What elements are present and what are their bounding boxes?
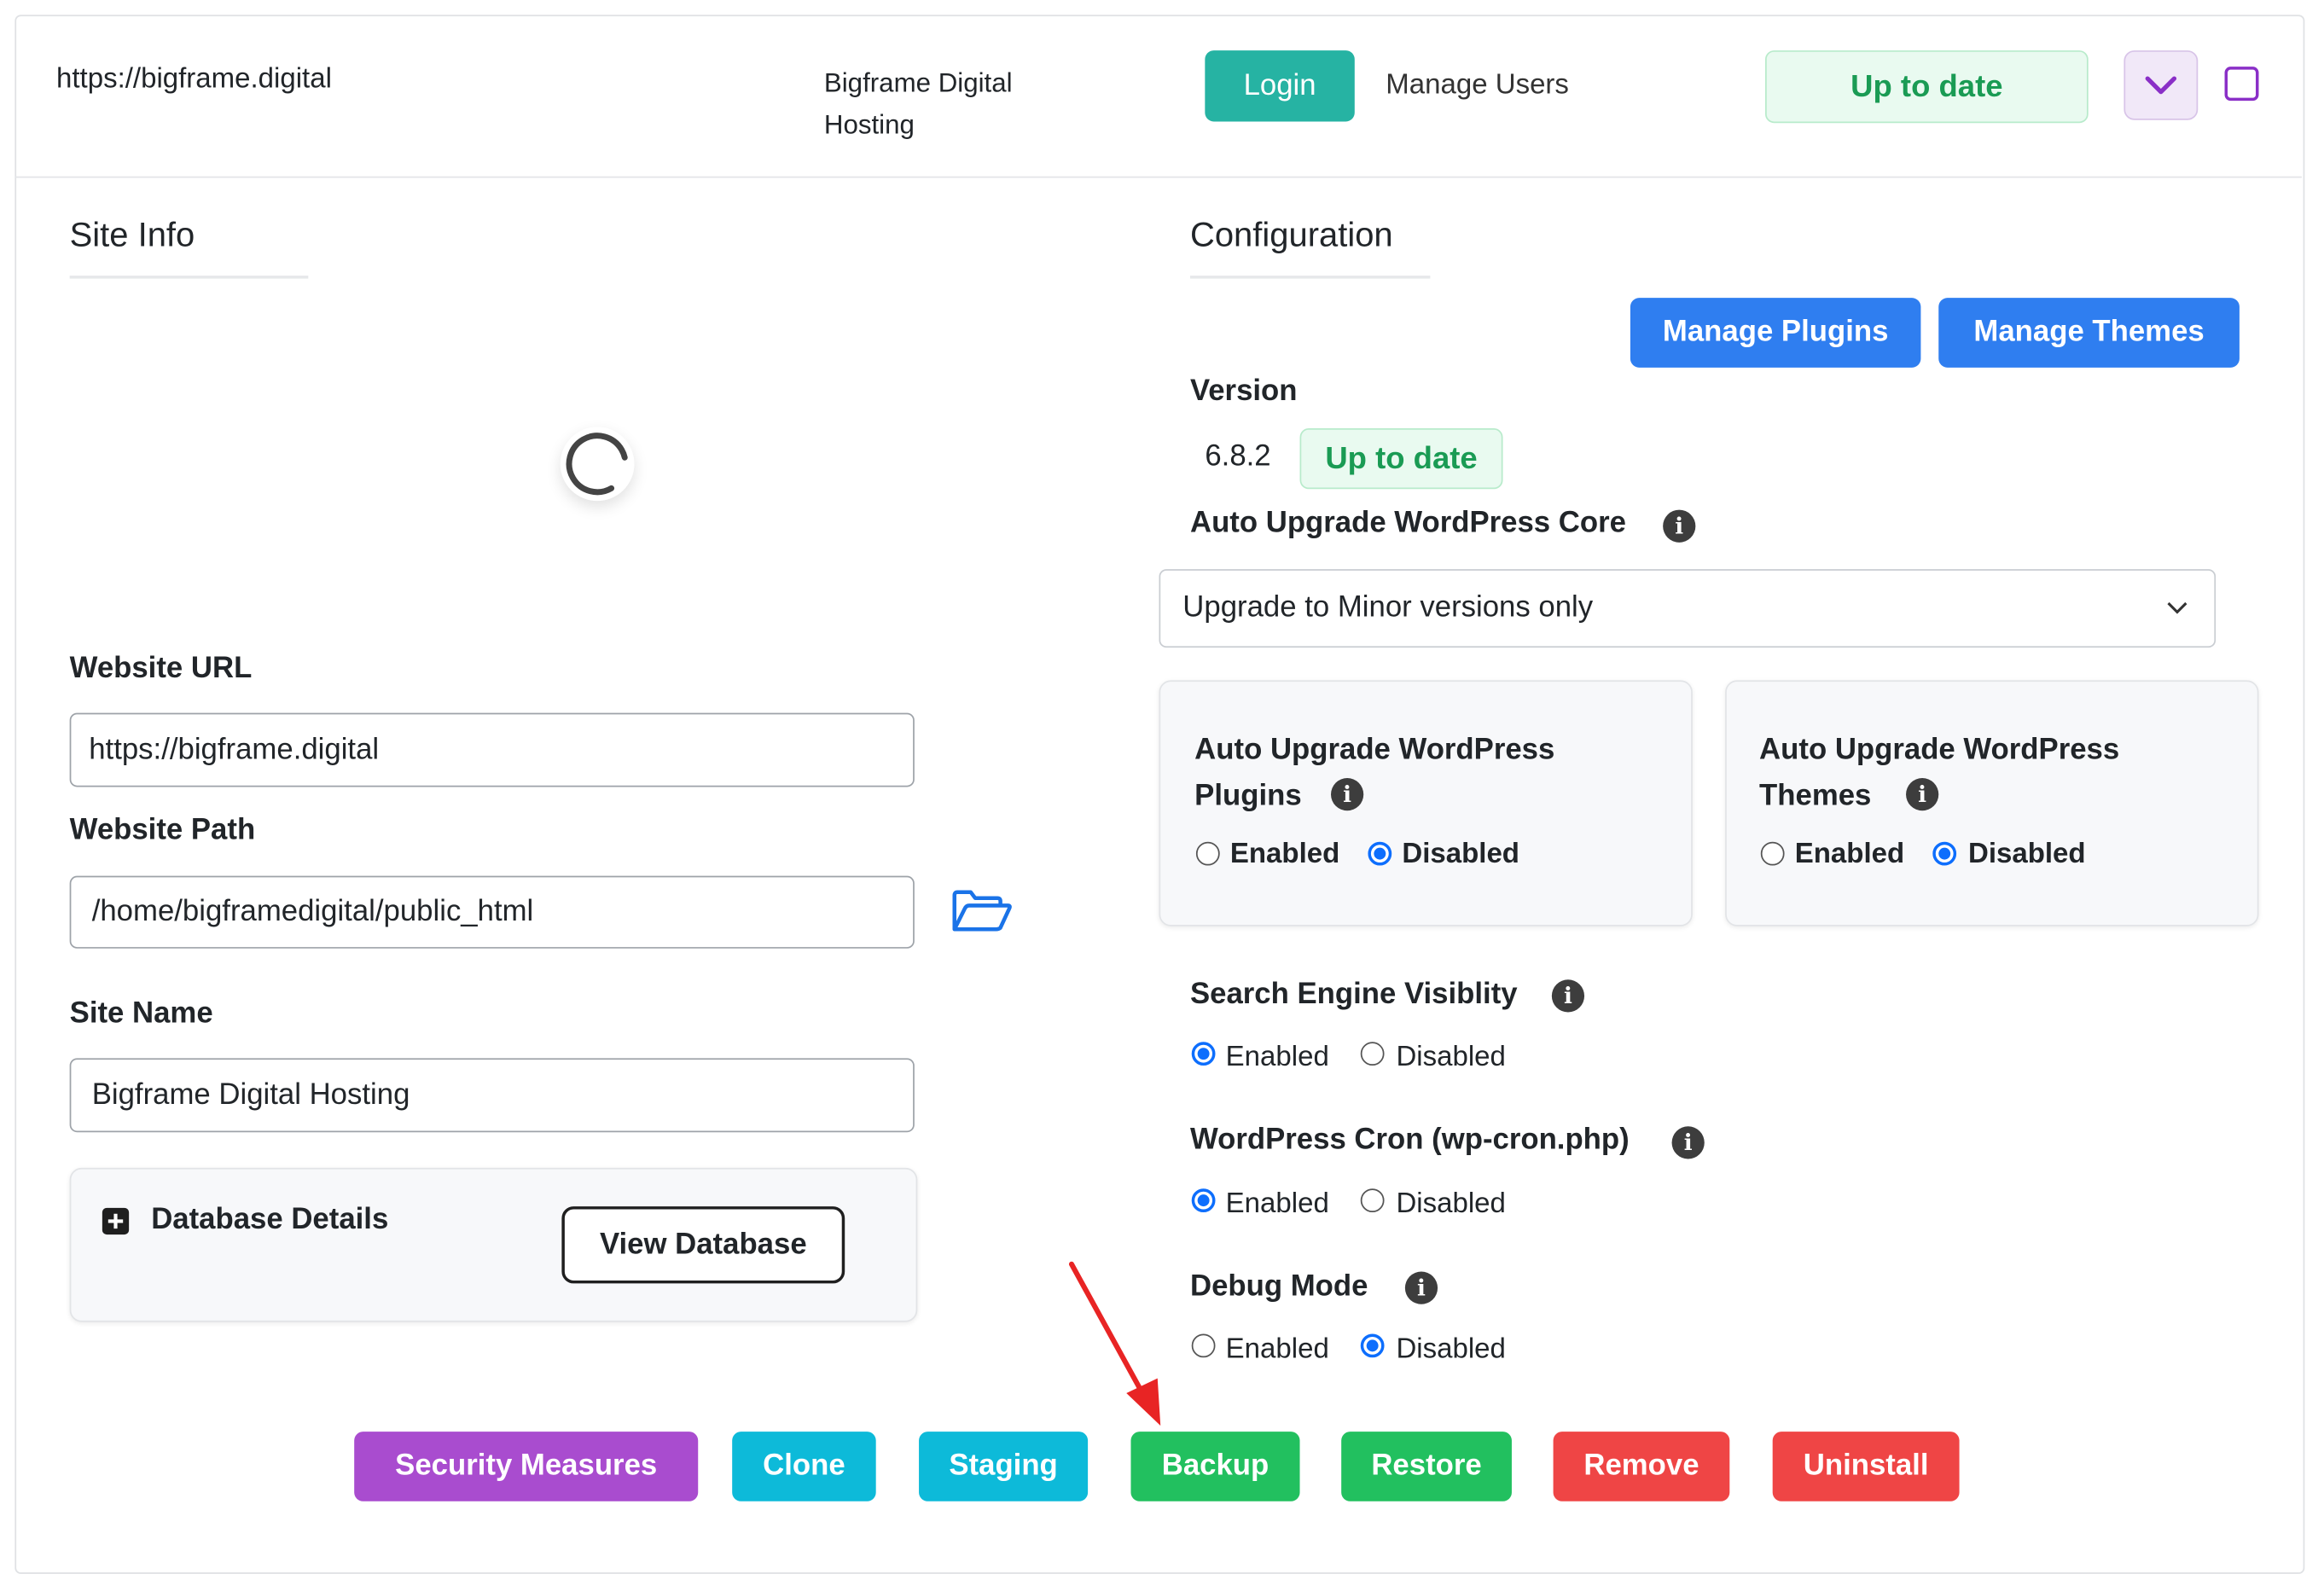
header-divider <box>15 176 2302 178</box>
expand-toggle-button[interactable] <box>2124 50 2199 120</box>
debug-enabled-label[interactable]: Enabled <box>1226 1333 1329 1366</box>
debug-disabled-radio[interactable] <box>1360 1333 1385 1358</box>
search-engine-enabled-label[interactable]: Enabled <box>1226 1042 1329 1074</box>
tab-configuration-underline <box>1189 276 1431 279</box>
version-label: Version <box>1189 375 1298 408</box>
info-icon[interactable]: i <box>1404 1271 1438 1304</box>
version-status-badge: Up to date <box>1299 428 1503 490</box>
view-database-button[interactable]: View Database <box>561 1206 845 1284</box>
auto-upgrade-themes-title: Auto Upgrade WordPress Themes <box>1759 728 2119 820</box>
website-path-label: Website Path <box>69 813 256 846</box>
info-icon[interactable]: i <box>1671 1126 1705 1159</box>
version-value: 6.8.2 <box>1205 439 1271 473</box>
themes-disabled-label[interactable]: Disabled <box>1968 839 2086 871</box>
auto-upgrade-themes-title-line2: Themes <box>1759 779 1872 812</box>
database-details-toggle[interactable]: Database Details <box>151 1204 388 1238</box>
plus-square-icon[interactable] <box>102 1207 130 1235</box>
header-site-name-line2: Hosting <box>823 109 915 140</box>
cron-disabled-radio[interactable] <box>1360 1188 1385 1213</box>
debug-enabled-radio[interactable] <box>1191 1333 1216 1358</box>
website-path-field[interactable]: /home/bigframedigital/public_html <box>69 875 915 949</box>
auto-upgrade-plugins-title: Auto Upgrade WordPress Plugins <box>1194 728 1554 820</box>
tab-site-info-underline <box>69 276 309 279</box>
restore-button[interactable]: Restore <box>1341 1432 1512 1501</box>
search-engine-disabled-label[interactable]: Disabled <box>1396 1042 1505 1074</box>
manage-plugins-button[interactable]: Manage Plugins <box>1630 298 1921 368</box>
folder-open-icon[interactable] <box>950 889 1013 941</box>
remove-button[interactable]: Remove <box>1553 1432 1730 1501</box>
site-name-label: Site Name <box>69 997 213 1031</box>
plugins-enabled-radio[interactable] <box>1195 841 1220 866</box>
info-icon[interactable]: i <box>1551 979 1585 1013</box>
site-detail-frame: https://bigframe.digital Bigframe Digita… <box>0 0 2324 1574</box>
header-status-badge: Up to date <box>1765 50 2089 124</box>
site-name-field[interactable]: Bigframe Digital Hosting <box>69 1058 915 1133</box>
search-engine-disabled-radio[interactable] <box>1360 1042 1385 1066</box>
cron-label: WordPress Cron (wp-cron.php) <box>1189 1123 1630 1157</box>
info-icon[interactable]: i <box>1663 509 1696 543</box>
auto-upgrade-themes-title-line1: Auto Upgrade WordPress <box>1759 733 2120 767</box>
loading-spinner-icon <box>560 427 635 502</box>
clone-button[interactable]: Clone <box>732 1432 876 1501</box>
header-site-name-line1: Bigframe Digital <box>823 67 1013 98</box>
website-url-label: Website URL <box>69 652 253 685</box>
chevron-down-icon <box>2167 601 2187 614</box>
manage-users-link[interactable]: Manage Users <box>1386 70 1569 102</box>
plugins-disabled-label[interactable]: Disabled <box>1402 839 1519 871</box>
auto-upgrade-plugins-title-line1: Auto Upgrade WordPress <box>1194 733 1555 767</box>
auto-upgrade-core-select[interactable]: Upgrade to Minor versions only <box>1159 569 2217 648</box>
search-engine-enabled-radio[interactable] <box>1191 1042 1216 1066</box>
tab-configuration[interactable]: Configuration <box>1190 215 1393 255</box>
themes-enabled-radio[interactable] <box>1760 841 1785 866</box>
debug-mode-label: Debug Mode <box>1189 1269 1368 1303</box>
cron-enabled-label[interactable]: Enabled <box>1226 1188 1329 1221</box>
uninstall-button[interactable]: Uninstall <box>1772 1432 1960 1501</box>
security-measures-button[interactable]: Security Measures <box>354 1432 699 1501</box>
backup-button[interactable]: Backup <box>1130 1432 1300 1501</box>
tab-site-info[interactable]: Site Info <box>70 215 195 255</box>
header-site-url: https://bigframe.digital <box>56 63 332 96</box>
cron-disabled-label[interactable]: Disabled <box>1396 1188 1505 1221</box>
auto-upgrade-plugins-title-line2: Plugins <box>1194 779 1302 812</box>
info-icon[interactable]: i <box>1906 778 1939 811</box>
debug-disabled-label[interactable]: Disabled <box>1396 1333 1505 1366</box>
chevron-down-icon <box>2145 75 2177 94</box>
login-button[interactable]: Login <box>1205 50 1355 122</box>
annotation-arrow-icon <box>1068 1261 1161 1426</box>
auto-upgrade-core-label: Auto Upgrade WordPress Core <box>1189 507 1626 540</box>
select-site-checkbox[interactable] <box>2224 67 2259 102</box>
website-url-field[interactable]: https://bigframe.digital <box>69 712 915 787</box>
cron-enabled-radio[interactable] <box>1191 1188 1216 1213</box>
themes-disabled-radio[interactable] <box>1932 841 1957 866</box>
staging-button[interactable]: Staging <box>919 1432 1089 1501</box>
header-site-name: Bigframe Digital Hosting <box>824 62 1013 145</box>
plugins-disabled-radio[interactable] <box>1368 841 1392 866</box>
themes-enabled-label[interactable]: Enabled <box>1795 839 1904 871</box>
manage-themes-button[interactable]: Manage Themes <box>1938 298 2240 368</box>
info-icon[interactable]: i <box>1331 778 1364 811</box>
auto-upgrade-core-selected: Upgrade to Minor versions only <box>1182 591 1594 624</box>
search-engine-label: Search Engine Visiblity <box>1189 978 1518 1011</box>
plugins-enabled-label[interactable]: Enabled <box>1230 839 1339 871</box>
